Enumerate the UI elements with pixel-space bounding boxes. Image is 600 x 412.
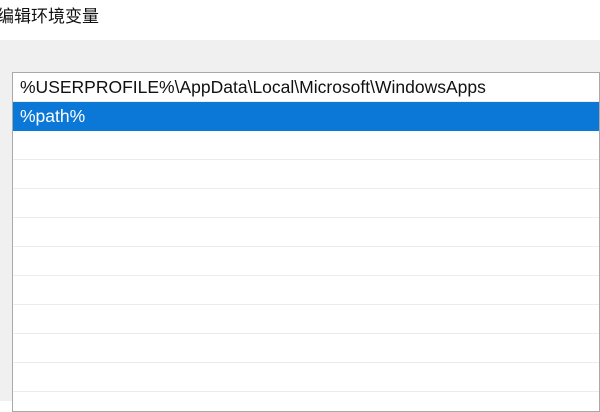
- empty-path-entry-row[interactable]: [13, 189, 599, 218]
- empty-path-entry-row[interactable]: [13, 247, 599, 276]
- path-entry-row-selected[interactable]: %path%: [13, 102, 599, 131]
- empty-path-entry-row[interactable]: [13, 392, 599, 411]
- empty-path-entry-row[interactable]: [13, 218, 599, 247]
- empty-path-entry-row[interactable]: [13, 363, 599, 392]
- empty-path-entry-row[interactable]: [13, 305, 599, 334]
- path-entry-row[interactable]: %USERPROFILE%\AppData\Local\Microsoft\Wi…: [13, 73, 599, 102]
- empty-path-entry-row[interactable]: [13, 131, 599, 160]
- empty-path-entry-row[interactable]: [13, 160, 599, 189]
- empty-path-entry-row[interactable]: [13, 334, 599, 363]
- path-entries-list[interactable]: %USERPROFILE%\AppData\Local\Microsoft\Wi…: [12, 72, 600, 412]
- empty-path-entry-row[interactable]: [13, 276, 599, 305]
- dialog-title: 编辑环境变量: [0, 7, 99, 27]
- dialog-title-bar: 编辑环境变量: [0, 0, 600, 40]
